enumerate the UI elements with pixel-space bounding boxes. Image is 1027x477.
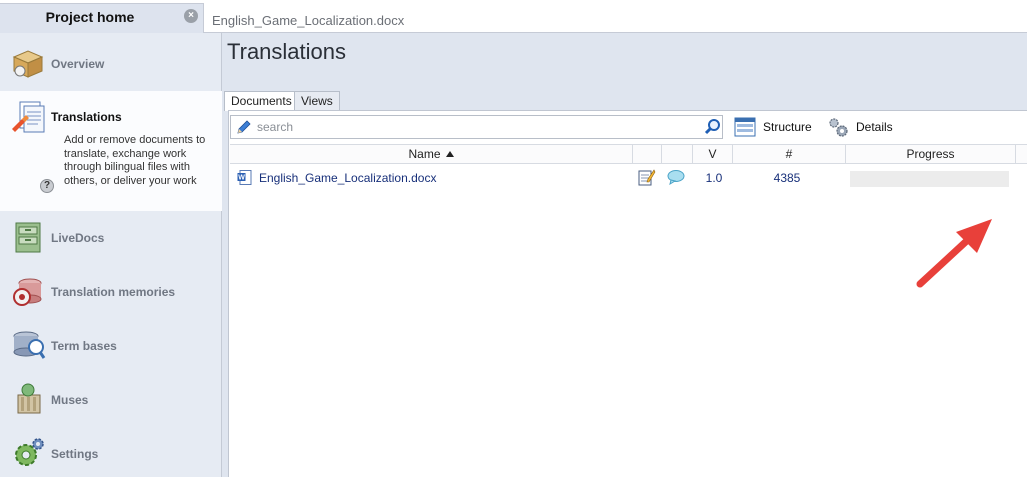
- gear-icon: [15, 438, 44, 466]
- sidebar-item-label: Translation memories: [51, 285, 176, 299]
- main-panel: Translations Documents Views Structure: [222, 33, 1027, 477]
- column-header-comments[interactable]: [662, 145, 693, 164]
- structure-label: Structure: [763, 120, 812, 134]
- page-title: Translations: [227, 39, 347, 64]
- search-box[interactable]: [230, 115, 723, 139]
- sidebar-item-label: Overview: [51, 57, 105, 71]
- document-segment-count: 4385: [773, 171, 801, 185]
- annotation-arrow-icon: [916, 219, 992, 288]
- edit-document-icon[interactable]: [638, 168, 656, 186]
- tab-strip: Project home × English_Game_Localization…: [0, 0, 1027, 33]
- column-header-version[interactable]: V: [693, 145, 733, 164]
- sidebar-item-overview[interactable]: Overview: [0, 37, 222, 87]
- sidebar-item-label: Muses: [51, 393, 89, 407]
- help-icon[interactable]: ?: [40, 179, 54, 193]
- search-icon[interactable]: [704, 118, 722, 136]
- details-icon: [829, 118, 848, 137]
- sidebar-item-label: LiveDocs: [51, 231, 105, 245]
- structure-button[interactable]: Structure: [734, 115, 824, 139]
- box-icon: [12, 50, 44, 78]
- sidebar-item-description: Add or remove documents to translate, ex…: [64, 134, 206, 187]
- tab-views[interactable]: Views: [294, 91, 340, 110]
- muse-icon: [17, 383, 41, 414]
- column-header-progress[interactable]: Progress: [846, 145, 1016, 164]
- sidebar: Overview Translations Add or remove docu…: [0, 33, 222, 477]
- document-version: 1.0: [705, 171, 723, 185]
- table-header: Name V # Progress: [230, 144, 1027, 164]
- sidebar-item-settings[interactable]: Settings: [0, 427, 222, 477]
- sidebar-item-translation-memories[interactable]: Translation memories: [0, 265, 222, 315]
- svg-text:W: W: [238, 175, 245, 182]
- progress-bar: [850, 171, 1009, 187]
- comment-icon[interactable]: [667, 169, 685, 185]
- close-icon[interactable]: ×: [184, 9, 198, 23]
- details-label: Details: [856, 120, 893, 134]
- sidebar-item-label: Settings: [51, 447, 99, 461]
- details-button[interactable]: Details: [827, 115, 907, 139]
- column-header-name-label: Name: [408, 147, 441, 161]
- tab-document[interactable]: English_Game_Localization.docx: [204, 3, 1027, 33]
- sidebar-item-muses[interactable]: Muses: [0, 373, 222, 423]
- sidebar-item-translations[interactable]: Translations Add or remove documents to …: [0, 91, 222, 211]
- tab-documents[interactable]: Documents: [224, 91, 299, 111]
- cabinet-icon: [15, 222, 41, 253]
- tab-project-home[interactable]: Project home ×: [0, 3, 204, 33]
- sidebar-item-livedocs[interactable]: LiveDocs: [0, 211, 222, 261]
- sidebar-item-label: Term bases: [51, 339, 117, 353]
- column-header-count[interactable]: #: [733, 145, 846, 164]
- documents-icon: [12, 101, 45, 133]
- column-header-name[interactable]: Name: [230, 145, 633, 164]
- sort-ascending-icon: [445, 151, 454, 157]
- search-input[interactable]: [257, 118, 697, 136]
- word-document-icon: W: [237, 170, 252, 185]
- structure-icon: [734, 117, 756, 137]
- tm-icon: [13, 278, 42, 306]
- sidebar-item-term-bases[interactable]: Term bases: [0, 319, 222, 369]
- documents-panel: Structure Details Name V # Progress: [228, 110, 1027, 477]
- sidebar-item-label: Translations: [51, 110, 122, 124]
- document-name[interactable]: English_Game_Localization.docx: [259, 171, 436, 185]
- pencil-icon: [237, 120, 251, 134]
- termbase-icon: [13, 331, 46, 359]
- tab-project-home-label: Project home: [45, 9, 135, 25]
- column-header-edit[interactable]: [633, 145, 662, 164]
- tab-document-label: English_Game_Localization.docx: [212, 13, 405, 28]
- table-row[interactable]: W English_Game_Localization.docx 1.0 438…: [230, 166, 1027, 188]
